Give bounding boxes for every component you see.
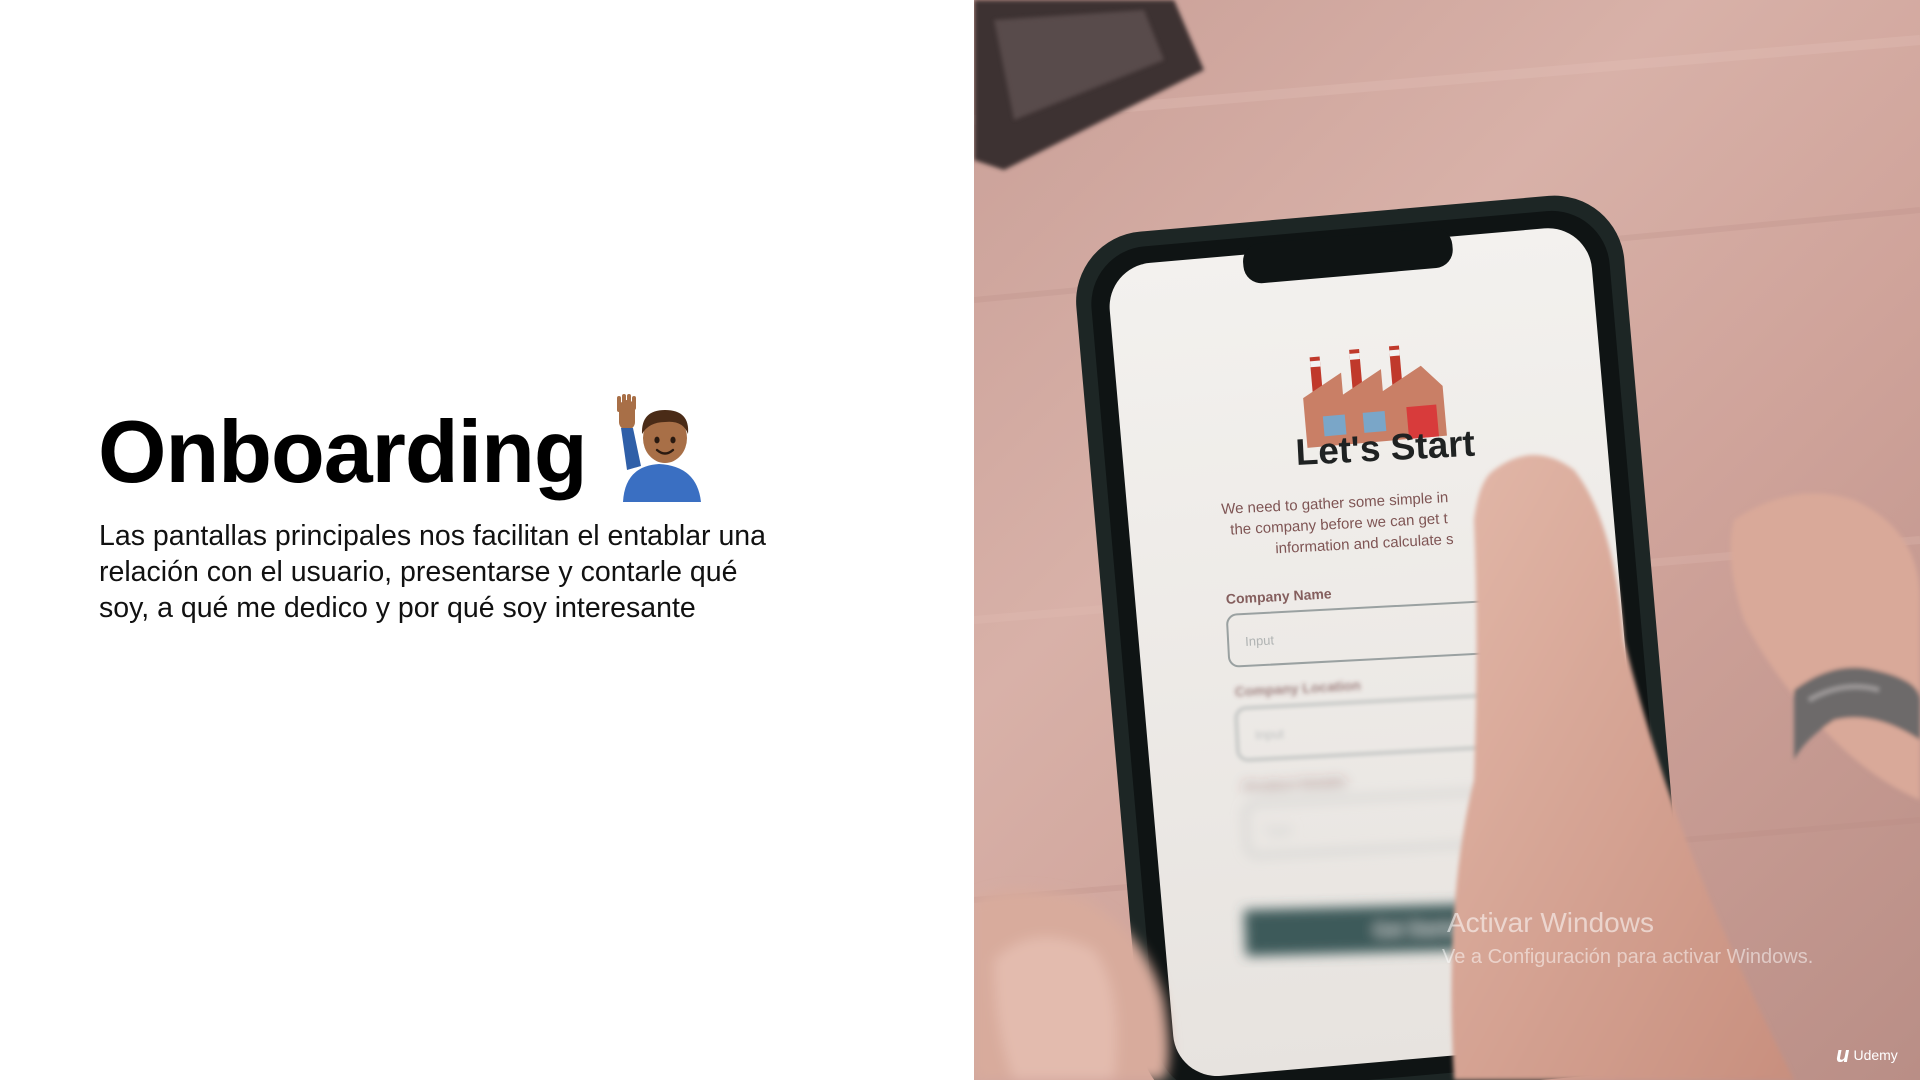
body-line: relación con el usuario, presentarse y c…: [99, 556, 738, 588]
phone-field-3-placeholder: Type: [1264, 822, 1293, 838]
udemy-mark-icon: u: [1836, 1042, 1850, 1067]
body-line: Las pantallas principales nos facilitan …: [99, 520, 767, 552]
person-raising-hand-icon: [616, 394, 701, 502]
udemy-logo: u Udemy: [1836, 1042, 1898, 1068]
udemy-wordmark: Udemy: [1853, 1047, 1898, 1063]
slide-left-panel: Onboarding Las pantallas principales nos…: [0, 0, 974, 1080]
phone-photo: Let's Start We need to gather some simpl…: [974, 0, 1920, 1080]
phone-field-1-placeholder: Input: [1245, 632, 1275, 649]
body-line: soy, a qué me dedico y por qué soy inter…: [99, 592, 696, 624]
windows-activation-hint: Ve a Configuración para activar Windows.: [1442, 946, 1814, 968]
slide-body: Las pantallas principales nos facilitan …: [99, 518, 799, 626]
phone-field-2-placeholder: Input: [1255, 726, 1285, 743]
windows-activation-title: Activar Windows: [1447, 907, 1654, 938]
slide-title: Onboarding: [98, 402, 588, 501]
title-row: Onboarding: [98, 388, 707, 502]
